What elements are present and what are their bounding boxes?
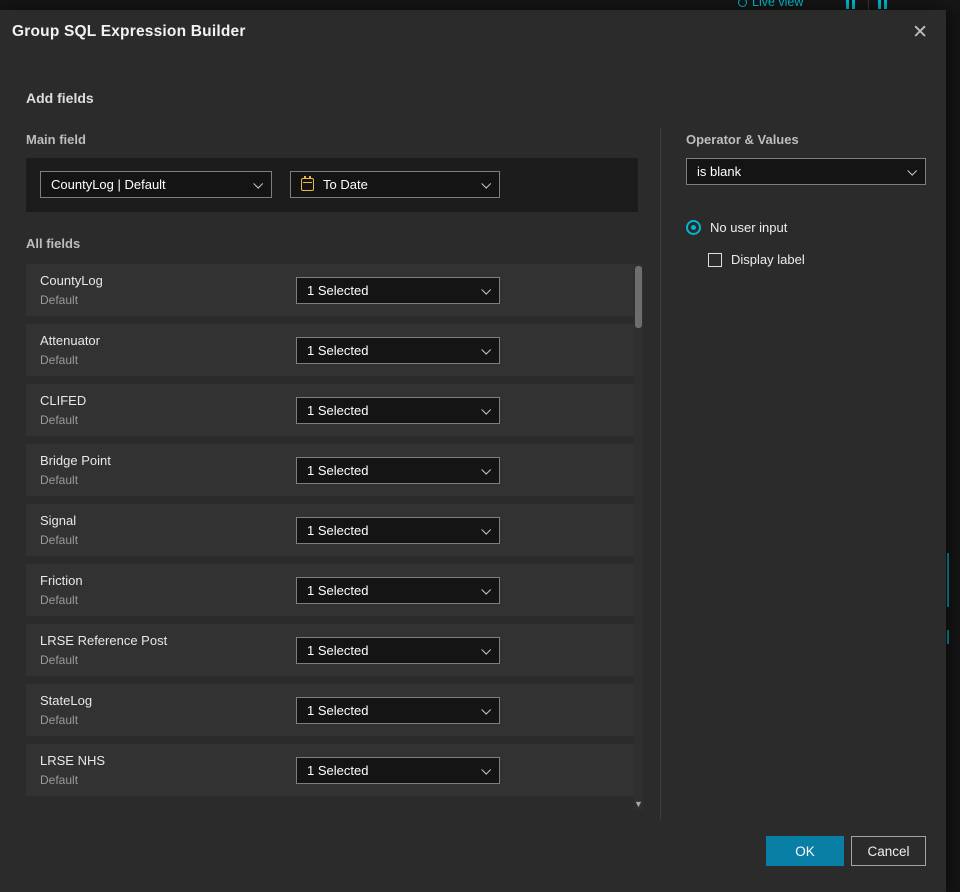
- checkbox-label: Display label: [731, 252, 805, 267]
- field-row-lrse-reference-post: LRSE Reference Post Default 1 Selected: [26, 624, 638, 676]
- field-subtitle: Default: [40, 353, 79, 367]
- display-label-checkbox[interactable]: Display label: [708, 252, 805, 267]
- select-value: 1 Selected: [307, 283, 369, 298]
- field-name: Friction: [40, 573, 83, 588]
- select-value: 1 Selected: [307, 643, 369, 658]
- main-field-select-value: CountyLog | Default: [51, 177, 166, 192]
- field-selected-dropdown[interactable]: 1 Selected: [296, 577, 500, 604]
- field-subtitle: Default: [40, 773, 79, 787]
- field-selected-dropdown[interactable]: 1 Selected: [296, 757, 500, 784]
- cancel-button[interactable]: Cancel: [851, 836, 926, 866]
- toolbar-icon-bar[interactable]: [852, 0, 855, 9]
- toolbar-separator: [868, 0, 869, 10]
- field-row-statelog: StateLog Default 1 Selected: [26, 684, 638, 736]
- field-row-clifed: CLIFED Default 1 Selected: [26, 384, 638, 436]
- add-fields-heading: Add fields: [26, 90, 94, 106]
- field-subtitle: Default: [40, 713, 79, 727]
- field-row-signal: Signal Default 1 Selected: [26, 504, 638, 556]
- close-icon[interactable]: ✕: [908, 19, 932, 46]
- chevron-down-icon: [481, 344, 492, 355]
- fields-list-scrollbar[interactable]: ▼: [634, 264, 643, 810]
- select-value: 1 Selected: [307, 703, 369, 718]
- operator-select[interactable]: is blank: [686, 158, 926, 185]
- field-row-countylog: CountyLog Default 1 Selected: [26, 264, 638, 316]
- live-view-toolbar-item[interactable]: Live view: [738, 0, 803, 9]
- field-name: CountyLog: [40, 273, 103, 288]
- chevron-down-icon: [481, 524, 492, 535]
- field-selected-dropdown[interactable]: 1 Selected: [296, 277, 500, 304]
- operator-select-value: is blank: [697, 164, 742, 179]
- chevron-down-icon: [481, 178, 492, 189]
- radio-selected-icon: [686, 220, 701, 235]
- field-row-lrse-nhs: LRSE NHS Default 1 Selected: [26, 744, 638, 796]
- dialog-title: Group SQL Expression Builder: [12, 23, 246, 40]
- no-user-input-radio[interactable]: No user input: [686, 220, 787, 235]
- ok-button[interactable]: OK: [766, 836, 844, 866]
- main-field-date-select[interactable]: To Date: [290, 171, 500, 198]
- field-name: StateLog: [40, 693, 93, 708]
- field-row-friction: Friction Default 1 Selected: [26, 564, 638, 616]
- all-fields-label: All fields: [26, 236, 81, 251]
- select-value: 1 Selected: [307, 403, 369, 418]
- field-subtitle: Default: [40, 293, 79, 307]
- main-field-label: Main field: [26, 132, 86, 147]
- main-field-panel: CountyLog | Default To Date: [26, 158, 638, 212]
- chevron-down-icon: [481, 704, 492, 715]
- field-selected-dropdown[interactable]: 1 Selected: [296, 457, 500, 484]
- scroll-down-arrow-icon[interactable]: ▼: [634, 798, 643, 810]
- field-selected-dropdown[interactable]: 1 Selected: [296, 637, 500, 664]
- field-subtitle: Default: [40, 473, 79, 487]
- field-name: CLIFED: [40, 393, 87, 408]
- field-subtitle: Default: [40, 653, 79, 667]
- field-name: Bridge Point: [40, 453, 111, 468]
- radio-label: No user input: [710, 220, 788, 235]
- chevron-down-icon: [907, 165, 918, 176]
- calendar-icon: [301, 175, 314, 191]
- toolbar-icon-bar[interactable]: [846, 0, 849, 9]
- field-subtitle: Default: [40, 593, 79, 607]
- chevron-down-icon: [481, 764, 492, 775]
- field-name: LRSE NHS: [40, 753, 106, 768]
- all-fields-list: CountyLog Default 1 Selected Attenuator …: [26, 264, 638, 804]
- chevron-down-icon: [481, 644, 492, 655]
- field-name: LRSE Reference Post: [40, 633, 168, 648]
- live-view-label: Live view: [752, 0, 804, 9]
- field-selected-dropdown[interactable]: 1 Selected: [296, 337, 500, 364]
- dialog-header: Group SQL Expression Builder ✕: [0, 10, 946, 54]
- toolbar-icon-bar[interactable]: [878, 0, 881, 9]
- page: Live view Group SQL Expression Builder ✕…: [0, 0, 960, 892]
- checkbox-unchecked-icon: [708, 252, 722, 267]
- field-row-bridge-point: Bridge Point Default 1 Selected: [26, 444, 638, 496]
- scrollbar-thumb[interactable]: [635, 266, 642, 328]
- chevron-down-icon: [481, 464, 492, 475]
- operator-values-label: Operator & Values: [686, 132, 799, 147]
- field-name: Attenuator: [40, 333, 100, 348]
- select-value: 1 Selected: [307, 343, 369, 358]
- main-field-select[interactable]: CountyLog | Default: [40, 171, 272, 198]
- chevron-down-icon: [481, 284, 492, 295]
- select-value: 1 Selected: [307, 583, 369, 598]
- field-subtitle: Default: [40, 533, 79, 547]
- field-row-attenuator: Attenuator Default 1 Selected: [26, 324, 638, 376]
- live-view-icon: [738, 0, 747, 7]
- field-selected-dropdown[interactable]: 1 Selected: [296, 517, 500, 544]
- main-field-date-value: To Date: [323, 177, 368, 192]
- chevron-down-icon: [481, 584, 492, 595]
- field-subtitle: Default: [40, 413, 79, 427]
- column-divider: [660, 128, 661, 820]
- group-sql-expression-builder-dialog: Group SQL Expression Builder ✕ Add field…: [0, 10, 946, 892]
- backdrop-edge-mark: [947, 630, 949, 644]
- field-name: Signal: [40, 513, 77, 528]
- chevron-down-icon: [253, 178, 264, 189]
- select-value: 1 Selected: [307, 523, 369, 538]
- select-value: 1 Selected: [307, 463, 369, 478]
- toolbar-icon-bar[interactable]: [884, 0, 887, 9]
- field-selected-dropdown[interactable]: 1 Selected: [296, 397, 500, 424]
- chevron-down-icon: [481, 404, 492, 415]
- field-selected-dropdown[interactable]: 1 Selected: [296, 697, 500, 724]
- select-value: 1 Selected: [307, 763, 369, 778]
- app-backdrop: Live view: [0, 0, 960, 10]
- backdrop-edge-mark: [947, 553, 949, 607]
